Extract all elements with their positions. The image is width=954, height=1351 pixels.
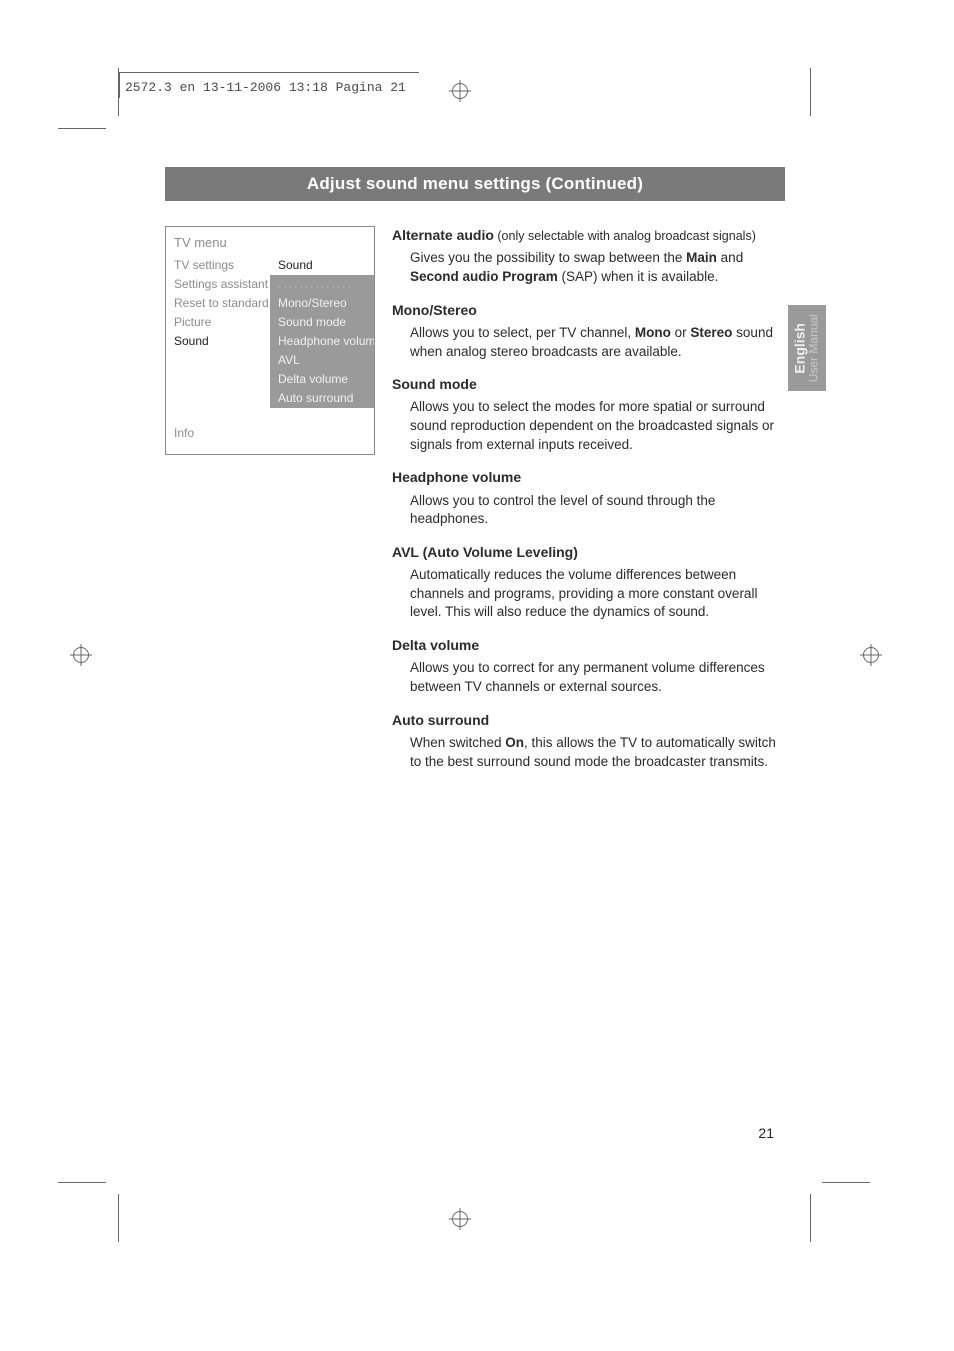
- submenu-item-delta-volume: Delta volume: [270, 370, 374, 389]
- print-header: 2572.3 en 13-11-2006 13:18 Pagina 21: [125, 80, 406, 95]
- menu-item-empty: [166, 370, 270, 389]
- heading-avl: AVL (Auto Volume Leveling): [392, 543, 787, 562]
- page-title-bar: Adjust sound menu settings (Continued): [165, 167, 785, 201]
- page-number: 21: [758, 1125, 774, 1141]
- page: 2572.3 en 13-11-2006 13:18 Pagina 21 Adj…: [0, 0, 954, 1351]
- submenu-item-headphone-volume: Headphone volume: [270, 332, 374, 351]
- content: Alternate audio (only selectable with an…: [392, 226, 787, 773]
- para-auto-surround: When switched On, this allows the TV to …: [410, 734, 787, 771]
- crop-mark: [810, 68, 811, 116]
- heading-auto-surround: Auto surround: [392, 711, 787, 730]
- registration-mark: [449, 80, 471, 102]
- crop-mark: [822, 1182, 870, 1183]
- heading-delta-volume: Delta volume: [392, 636, 787, 655]
- page-title: Adjust sound menu settings (Continued): [307, 174, 643, 194]
- para-alternate-audio: Gives you the possibility to swap betwee…: [410, 249, 787, 286]
- para-sound-mode: Allows you to select the modes for more …: [410, 398, 787, 454]
- submenu-title-sound: Sound: [270, 256, 374, 275]
- tv-menu-title: TV menu: [166, 227, 374, 256]
- submenu-item-sound-mode: Sound mode: [270, 313, 374, 332]
- crop-mark: [118, 1194, 119, 1242]
- registration-mark: [70, 644, 92, 666]
- submenu-item-avl: AVL: [270, 351, 374, 370]
- menu-item-empty: [166, 351, 270, 370]
- crop-mark: [58, 128, 106, 129]
- heading-mono-stereo: Mono/Stereo: [392, 301, 787, 320]
- crop-mark: [58, 1182, 106, 1183]
- para-mono-stereo: Allows you to select, per TV channel, Mo…: [410, 324, 787, 361]
- registration-mark: [449, 1208, 471, 1230]
- para-delta-volume: Allows you to correct for any permanent …: [410, 659, 787, 696]
- heading-sound-mode: Sound mode: [392, 375, 787, 394]
- para-avl: Automatically reduces the volume differe…: [410, 566, 787, 622]
- language-sub: User Manual: [808, 314, 821, 382]
- menu-item-picture: Picture: [166, 313, 270, 332]
- tv-menu-box: TV menu TV settings Settings assistant R…: [165, 226, 375, 455]
- menu-info: Info: [166, 408, 374, 454]
- language-tab: English User Manual: [788, 305, 826, 391]
- submenu-item-dots: ..............: [270, 275, 374, 294]
- menu-item-sound: Sound: [166, 332, 270, 351]
- menu-left-col: TV settings Settings assistant Reset to …: [166, 256, 270, 408]
- menu-item-tv-settings: TV settings: [166, 256, 270, 275]
- menu-right-col: Sound .............. Mono/Stereo Sound m…: [270, 256, 374, 408]
- submenu-item-auto-surround: Auto surround: [270, 389, 374, 408]
- menu-item-settings-assistant: Settings assistant: [166, 275, 270, 294]
- language-label: English: [793, 314, 808, 382]
- submenu-item-mono-stereo: Mono/Stereo: [270, 294, 374, 313]
- para-headphone-volume: Allows you to control the level of sound…: [410, 492, 787, 529]
- heading-alternate-audio: Alternate audio (only selectable with an…: [392, 226, 787, 245]
- menu-item-reset: Reset to standard: [166, 294, 270, 313]
- heading-headphone-volume: Headphone volume: [392, 468, 787, 487]
- menu-item-empty: [166, 389, 270, 408]
- crop-mark: [810, 1194, 811, 1242]
- registration-mark: [860, 644, 882, 666]
